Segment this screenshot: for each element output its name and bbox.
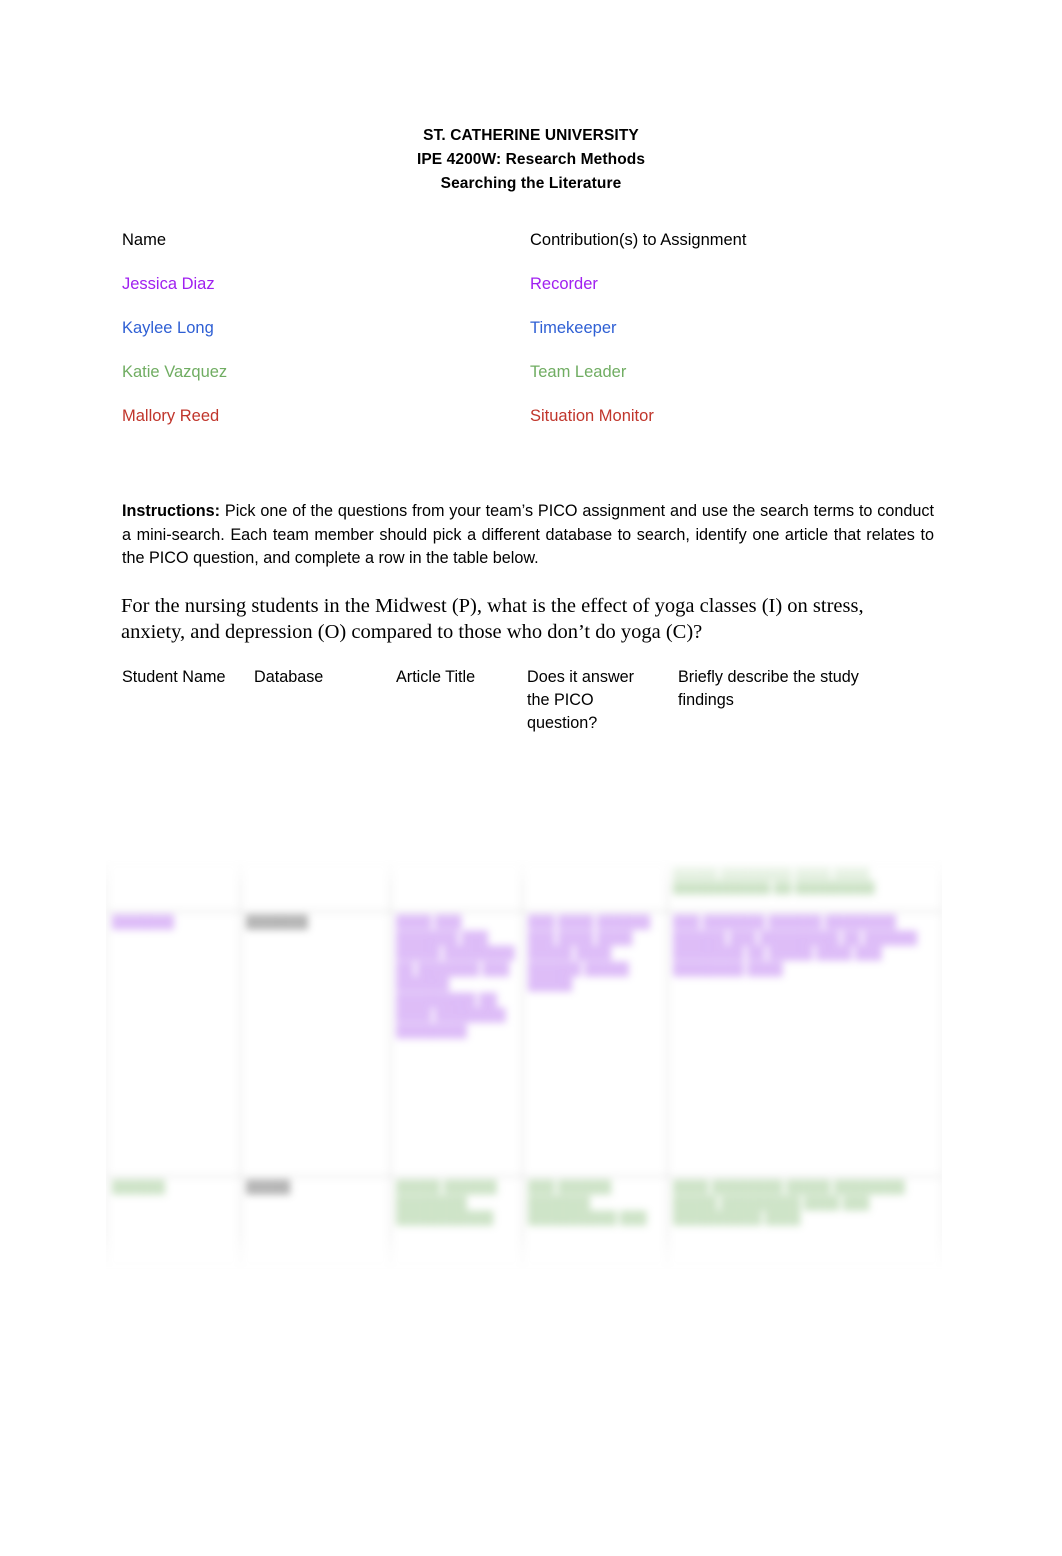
cell-answers-pico: ███ ████ ██████ ███ ████ ████ █████ ████… [522,911,668,1177]
cell-article-title [390,860,523,912]
heading-line-subtitle: Searching the Literature [440,174,622,192]
results-table: █████ ████████ ████ ████ ███████████ ██ … [106,860,943,1270]
member-name: Mallory Reed [122,407,220,425]
cell-answers-pico [522,860,668,912]
pico-question: For the nursing students in the Midwest … [121,595,864,643]
column-header-student-name: Student Name [122,668,226,686]
member-name: Katie Vazquez [122,363,228,381]
member-contribution: Recorder [530,275,598,293]
member-contribution: Situation Monitor [530,407,654,425]
roles-row: Jessica Diaz Recorder [122,273,942,317]
cell-student-name [106,860,241,912]
results-table-blurred-region: █████ ████████ ████ ████ ███████████ ██ … [106,860,943,1272]
document-heading: ST. CATHERINE UNIVERSITY IPE 4200W: Rese… [120,124,942,195]
cell-article-title: ████ ███ ███████ ███ █████ ████████ ██ █… [390,911,523,1177]
roles-row: Katie Vazquez Team Leader [122,361,942,405]
cell-student-name: ███████ [106,911,241,1177]
cell-article-title: █████ ██████ ████████ ███████████ [390,1176,523,1270]
cell-database: █████ [240,1176,391,1270]
heading-line-course: IPE 4200W: Research Methods [416,150,646,168]
results-table-fade-mask: █████ ████████ ████ ████ ███████████ ██ … [106,860,943,1272]
instructions-paragraph: Instructions: Pick one of the questions … [122,500,934,571]
results-table-column-headers: Student Name Database Article Title Does… [122,666,934,746]
table-row: █████ ████████ ████ ████ ███████████ ██ … [106,860,943,912]
column-header-database: Database [254,668,324,686]
roles-header-contribution: Contribution(s) to Assignment [530,231,747,249]
table-row: ██████ █████ █████ ██████ ████████ █████… [106,1176,943,1270]
cell-student-name: ██████ [106,1176,241,1270]
column-header-study-findings: Briefly describe the study findings [678,668,859,709]
cell-database [240,860,391,912]
instructions-body: Pick one of the questions from your team… [122,502,934,567]
roles-table: Name Contribution(s) to Assignment Jessi… [122,229,942,449]
cell-findings: █████ ████████ ████ ████ ███████████ ██ … [667,860,943,912]
member-name: Jessica Diaz [122,275,215,293]
member-name: Kaylee Long [122,319,214,337]
column-header-article-title: Article Title [396,668,476,686]
roles-header-name: Name [122,231,167,249]
cell-answers-pico: ███ ██████ ███████ ██████████ ███ [522,1176,668,1270]
roles-row: Mallory Reed Situation Monitor [122,405,942,449]
cell-findings: ███ ███████ ██████ ████████ ██████ ███ █… [667,911,943,1177]
cell-findings: ████ ████████ █████ ████████ █████ █████… [667,1176,943,1270]
instructions-label: Instructions: [122,502,221,520]
column-header-answers-pico: Does it answer the PICO question? [527,668,635,732]
roles-row: Kaylee Long Timekeeper [122,317,942,361]
heading-line-university: ST. CATHERINE UNIVERSITY [423,127,639,144]
member-contribution: Team Leader [530,363,627,381]
roles-header-row: Name Contribution(s) to Assignment [122,229,942,273]
document-page: ST. CATHERINE UNIVERSITY IPE 4200W: Rese… [0,0,1062,1556]
member-contribution: Timekeeper [530,319,617,337]
cell-database: ███████ [240,911,391,1177]
table-row: ███████ ███████ ████ ███ ███████ ███ ███… [106,911,943,1177]
